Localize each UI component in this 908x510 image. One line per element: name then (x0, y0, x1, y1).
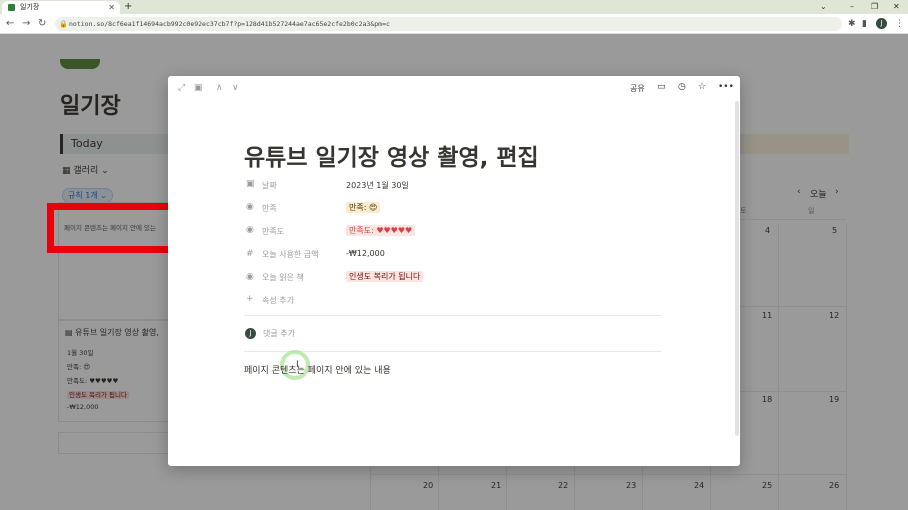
more-icon[interactable]: ••• (718, 82, 734, 92)
property-value[interactable]: 인생도 복리가 됩니다 (346, 271, 424, 282)
tab-title: 일기장 (20, 3, 40, 11)
property-value[interactable]: 2023년 1월 30일 (346, 180, 409, 191)
calendar-icon: ▣ (246, 179, 255, 189)
divider (244, 351, 662, 352)
chevron-up-icon[interactable]: ∧ (216, 83, 223, 93)
text-cursor-icon: I (296, 360, 299, 370)
browser-tab-strip: 일기장 ✕ + ⌄ – ❐ ✕ (0, 0, 908, 14)
property-label[interactable]: 날짜 (262, 180, 277, 191)
chevron-down-icon[interactable]: ∨ (232, 83, 239, 93)
back-icon[interactable]: ← (6, 17, 14, 31)
property-value[interactable]: 만족도: ♥♥♥♥♥ (346, 225, 416, 236)
page-title[interactable]: 유튜브 일기장 영상 촬영, 편집 (244, 138, 539, 172)
reload-icon[interactable]: ↻ (38, 17, 46, 31)
expand-icon[interactable]: ⤢ (178, 83, 185, 93)
comment-input[interactable]: 댓글 추가 (263, 328, 295, 339)
property-value[interactable]: -₩12,000 (346, 249, 385, 258)
notion-favicon-icon (8, 4, 15, 11)
comment-avatar: J (245, 328, 256, 339)
sidepanel-icon[interactable]: ▮ (862, 17, 867, 31)
url-text: notion.so/8cf6ea1f14694acb992c0e92ec37cb… (69, 20, 390, 28)
divider (244, 315, 662, 316)
forward-icon[interactable]: → (22, 17, 30, 31)
new-tab-icon[interactable]: + (124, 0, 132, 14)
property-label[interactable]: 오늘 읽은 책 (262, 272, 304, 283)
property-label[interactable]: 만족 (262, 203, 277, 214)
extensions-icon[interactable]: ✱ (848, 17, 856, 31)
address-bar[interactable]: 🔒 notion.so/8cf6ea1f14694acb992c0e92ec37… (55, 17, 842, 31)
property-value[interactable]: 만족: 😍 (346, 202, 381, 213)
number-icon: # (246, 249, 254, 259)
maximize-icon[interactable]: ❐ (871, 0, 878, 14)
open-as-icon[interactable]: ▣ (194, 83, 203, 93)
select-icon: ◉ (246, 272, 254, 282)
history-icon[interactable]: ◷ (678, 82, 686, 92)
scrollbar[interactable] (735, 101, 739, 436)
property-label[interactable]: 만족도 (262, 226, 284, 237)
page-peek-modal: ⤢ ▣ ∧ ∨ 공유 ▭ ◷ ☆ ••• 유튜브 일기장 영상 촬영, 편집 ▣… (168, 76, 740, 466)
close-tab-icon[interactable]: ✕ (108, 1, 115, 14)
profile-avatar[interactable]: J (876, 18, 887, 29)
add-property-button[interactable]: 속성 추가 (262, 295, 294, 306)
comment-icon[interactable]: ▭ (657, 82, 666, 92)
plus-icon: + (246, 294, 254, 304)
star-icon[interactable]: ☆ (698, 82, 706, 92)
select-icon: ◉ (246, 225, 254, 235)
minimize-icon[interactable]: – (850, 0, 854, 14)
browser-tab[interactable]: 일기장 ✕ (2, 1, 120, 14)
property-label[interactable]: 오늘 사용한 금액 (262, 249, 319, 260)
close-window-icon[interactable]: ✕ (893, 0, 900, 14)
share-button[interactable]: 공유 (630, 83, 645, 94)
menu-icon[interactable]: ⋮ (895, 17, 904, 31)
select-icon: ◉ (246, 202, 254, 212)
browser-toolbar: ← → ↻ 🔒 notion.so/8cf6ea1f14694acb992c0e… (0, 14, 908, 34)
lock-icon: 🔒 (59, 20, 68, 28)
tab-search-icon[interactable]: ⌄ (820, 0, 827, 14)
page-body-text[interactable]: 페이지 콘텐츠는 페이지 안에 있는 내용 (244, 363, 391, 376)
